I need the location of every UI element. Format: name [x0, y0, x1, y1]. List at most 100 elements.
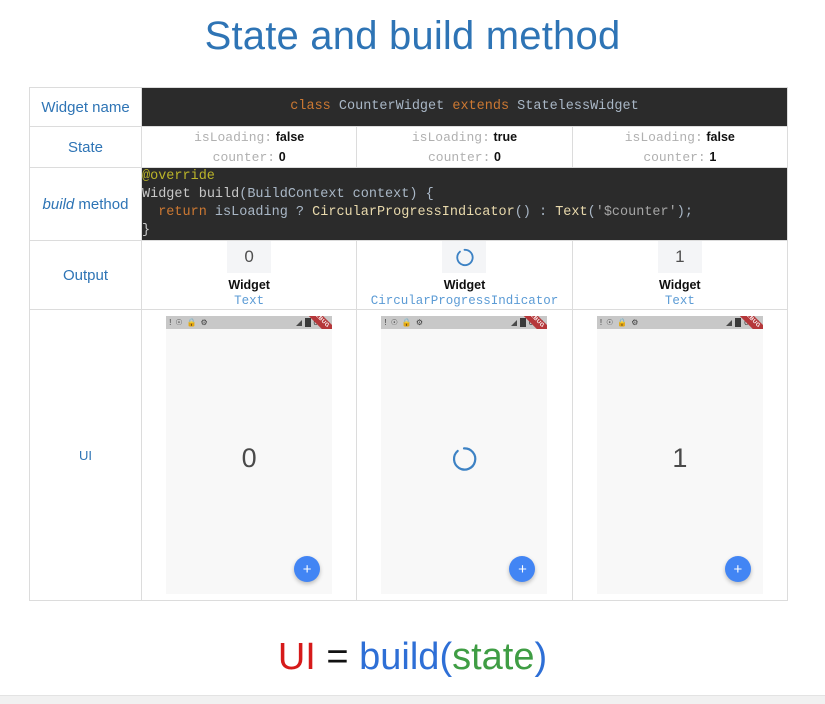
build-label-rest: method — [74, 195, 129, 213]
row-label-state: State — [29, 126, 142, 168]
keyword-return: return — [158, 205, 207, 220]
phone-screenshot-1: ! ☉ 🔒 ⚙ 0:06 DEBUG 0 — [166, 316, 333, 594]
output-widget-label-3: Widget — [659, 278, 701, 292]
build-signature-rest: (BuildContext context) { — [239, 187, 434, 202]
ui-cell-3: ! ☉ 🔒 ⚙ 0:07 DEBUG 1 — [571, 309, 789, 601]
state-counter-2: counter: 0 — [357, 147, 571, 167]
plus-icon: + — [518, 560, 527, 578]
android-icon: ⚙ — [415, 317, 424, 327]
phone-body-2 — [381, 329, 548, 594]
call-text: Text — [555, 205, 588, 220]
output-preview-box-2 — [442, 241, 487, 273]
ternary-separator: () : — [514, 205, 556, 220]
state-key: counter: — [212, 150, 276, 165]
page-title: State and build method — [204, 14, 621, 58]
status-bar-left-icons: ! ☉ 🔒 ⚙ — [599, 317, 639, 327]
lock-icon: 🔒 — [617, 317, 628, 327]
build-return-type: Widget — [142, 187, 191, 202]
slide-root: State and build method Widget name class… — [0, 0, 825, 695]
row-label-build-method: build method — [29, 167, 142, 241]
keyword-extends: extends — [452, 99, 510, 114]
row-label-ui: UI — [29, 309, 142, 601]
output-cell-3: 1 Widget Text — [571, 240, 789, 310]
floating-action-button-1[interactable]: + — [294, 556, 321, 582]
table-row-state: State isLoading: false counter: 0 isLoad… — [29, 126, 789, 168]
state-isloading-2: isLoading: true — [357, 127, 571, 147]
phone-body-1: 0 — [166, 329, 333, 594]
android-icon: ⚙ — [200, 317, 208, 327]
output-widget-type-2: CircularProgressIndicator — [370, 294, 559, 308]
widget-name-code: class CounterWidget extends StatelessWid… — [141, 87, 788, 127]
build-label-italic: build — [42, 195, 75, 213]
state-counter-3: counter: 1 — [573, 147, 787, 167]
state-cell-1: isLoading: false counter: 0 — [140, 126, 358, 168]
formula-ui-equals-build-state: UI = build(state) — [0, 636, 825, 679]
state-isloading-3: isLoading: false — [573, 127, 787, 147]
signal-icon — [295, 319, 302, 326]
output-widget-label-2: Widget — [443, 278, 486, 292]
paren-close: ); — [676, 205, 693, 220]
output-widget-label-1: Widget — [228, 278, 270, 292]
row-label-output: Output — [29, 240, 142, 310]
state-counter-1: counter: 0 — [142, 147, 356, 167]
battery-icon — [735, 318, 742, 327]
output-cell-2: Widget CircularProgressIndicator — [356, 240, 573, 310]
annotation-override: @override — [142, 169, 215, 184]
state-value: false — [275, 130, 305, 144]
state-value: true — [493, 130, 518, 144]
build-method-name: build — [198, 187, 240, 202]
table-row-widget-name: Widget name class CounterWidget extends … — [29, 87, 788, 127]
phone-counter-value-1: 0 — [241, 443, 257, 473]
ui-cell-2: ! ☉ 🔒 ⚙ 0:16 DEBUG — [356, 309, 573, 601]
output-widget-type-3: Text — [664, 294, 695, 308]
state-build-table: Widget name class CounterWidget extends … — [29, 87, 789, 601]
table-row-build-method: build method @override Widget build(Buil… — [29, 167, 788, 241]
string-literal-counter: '$counter' — [595, 205, 677, 220]
table-row-ui: UI ! ☉ 🔒 ⚙ 0:06 — [29, 309, 789, 601]
condition-variable: isLoading ? — [206, 205, 313, 220]
formula-build: build( — [359, 636, 453, 678]
phone-counter-value-3: 1 — [672, 443, 688, 473]
status-bar-left-icons: ! ☉ 🔒 ⚙ — [169, 317, 208, 327]
state-cell-2: isLoading: true counter: 0 — [356, 126, 573, 168]
sync-icon: ☉ — [390, 317, 398, 327]
phone-body-3: 1 — [596, 329, 763, 594]
plus-icon: + — [733, 560, 743, 578]
alert-icon: ! — [599, 317, 603, 327]
phone-screenshot-3: ! ☉ 🔒 ⚙ 0:07 DEBUG 1 — [596, 316, 763, 594]
status-bar-left-icons: ! ☉ 🔒 ⚙ — [384, 317, 424, 327]
output-preview-box-1: 0 — [227, 241, 272, 273]
state-value: false — [706, 130, 735, 144]
floating-action-button-3[interactable]: + — [724, 556, 751, 582]
phone-status-bar-2: ! ☉ 🔒 ⚙ 0:16 DEBUG — [381, 316, 548, 329]
phone-status-bar-1: ! ☉ 🔒 ⚙ 0:06 DEBUG — [166, 316, 333, 329]
sync-icon: ☉ — [175, 317, 183, 327]
state-isloading-1: isLoading: false — [142, 127, 356, 147]
paren-open: ( — [587, 205, 596, 220]
code-space-3 — [509, 99, 517, 114]
signal-icon — [726, 319, 733, 326]
build-method-code: @override Widget build(BuildContext cont… — [141, 167, 788, 241]
signal-icon — [510, 319, 517, 326]
alert-icon: ! — [169, 317, 172, 327]
plus-icon: + — [302, 560, 312, 578]
state-key: isLoading: — [624, 130, 703, 145]
closing-brace: } — [142, 223, 151, 238]
progress-spinner-icon — [453, 446, 477, 471]
output-preview-box-3: 1 — [657, 241, 702, 273]
table-row-output: Output 0 Widget Text Widget CircularProg… — [29, 240, 789, 310]
output-box-value: 0 — [244, 247, 254, 266]
formula-ui: UI — [277, 636, 316, 678]
base-class-name: StatelessWidget — [517, 99, 639, 114]
progress-spinner-icon — [456, 248, 474, 266]
state-key: isLoading: — [194, 130, 273, 145]
lock-icon: 🔒 — [186, 317, 197, 327]
lock-icon: 🔒 — [401, 317, 412, 327]
alert-icon: ! — [384, 317, 387, 327]
output-cell-1: 0 Widget Text — [140, 240, 358, 310]
keyword-class: class — [290, 99, 331, 114]
class-name: CounterWidget — [338, 99, 445, 114]
state-value: 0 — [278, 150, 286, 164]
state-key: counter: — [643, 150, 706, 165]
battery-icon — [304, 318, 311, 327]
